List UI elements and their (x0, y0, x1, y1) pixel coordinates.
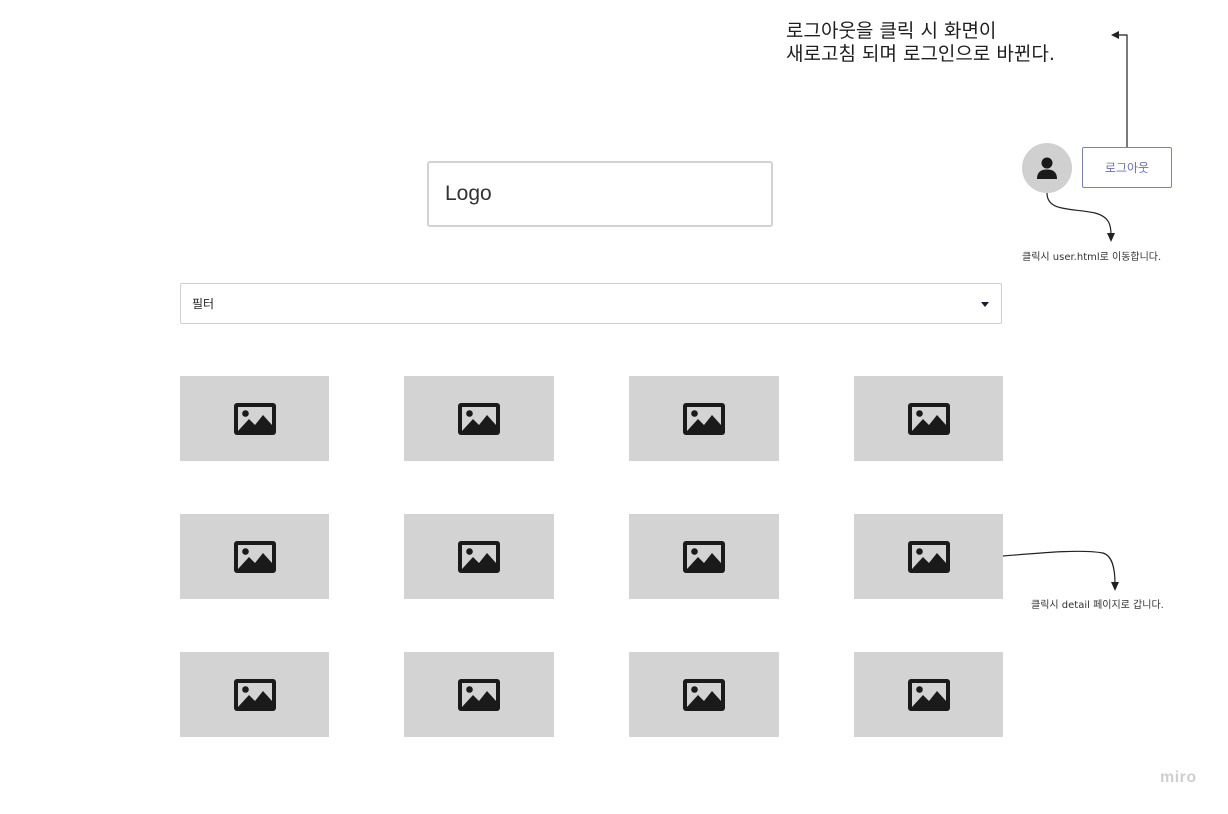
image-icon (682, 678, 726, 712)
chevron-down-icon (981, 302, 989, 307)
image-icon (233, 402, 277, 436)
image-tile[interactable] (180, 376, 329, 461)
image-icon (682, 402, 726, 436)
image-tile[interactable] (854, 376, 1003, 461)
image-tile[interactable] (854, 652, 1003, 737)
image-icon (233, 540, 277, 574)
image-icon (907, 402, 951, 436)
tile-annotation: 클릭시 detail 페이지로 갑니다. (1031, 600, 1164, 611)
watermark: miro (1160, 769, 1197, 786)
logo[interactable]: Logo (427, 161, 773, 227)
image-tile[interactable] (404, 376, 554, 461)
image-icon (682, 540, 726, 574)
user-icon (1037, 157, 1057, 179)
image-icon (233, 678, 277, 712)
image-tile[interactable] (180, 514, 329, 599)
logout-annotation-line-2: 새로고침 되며 로그인으로 바뀐다. (786, 43, 1055, 65)
image-icon (907, 678, 951, 712)
image-tile[interactable] (404, 514, 554, 599)
image-gallery (180, 376, 1003, 737)
image-tile[interactable] (629, 376, 779, 461)
logout-annotation-line-1: 로그아웃을 클릭 시 화면이 (786, 20, 997, 42)
avatar[interactable] (1022, 143, 1072, 193)
logout-annotation: 로그아웃을 클릭 시 화면이 새로고침 되며 로그인으로 바뀐다. (786, 20, 1055, 66)
image-icon (907, 540, 951, 574)
image-tile[interactable] (404, 652, 554, 737)
filter-selected-value: 필터 (192, 297, 215, 311)
filter-select[interactable]: 필터 (180, 283, 1002, 324)
image-icon (457, 402, 501, 436)
image-icon (457, 678, 501, 712)
image-icon (457, 540, 501, 574)
logout-button[interactable]: 로그아웃 (1082, 147, 1172, 188)
image-tile[interactable] (629, 514, 779, 599)
image-tile[interactable] (854, 514, 1003, 599)
image-tile[interactable] (629, 652, 779, 737)
logo-text: Logo (445, 182, 492, 205)
avatar-annotation: 클릭시 user.html로 이동합니다. (1022, 252, 1162, 263)
image-tile[interactable] (180, 652, 329, 737)
